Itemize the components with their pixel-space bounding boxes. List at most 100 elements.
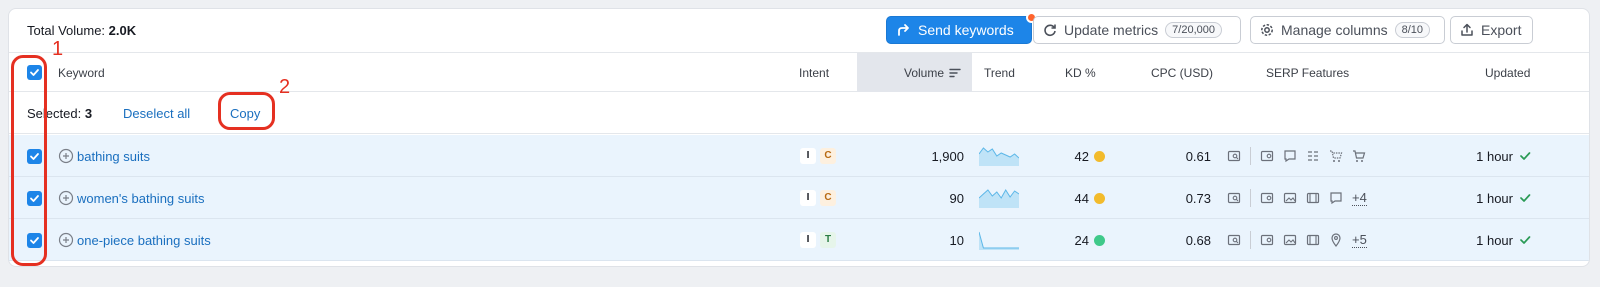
kd-difficulty-dot	[1088, 177, 1105, 219]
intent-cell: IC	[800, 177, 840, 219]
cpc-value: 0.73	[1185, 190, 1211, 206]
table-row[interactable]: bathing suits IC 1,900 42 0.61 1 hour	[9, 135, 1589, 177]
add-to-list-button[interactable]	[58, 177, 74, 219]
column-updated[interactable]: Updated	[1485, 53, 1530, 92]
export-button[interactable]: Export	[1450, 16, 1533, 44]
faq-icon[interactable]	[1283, 149, 1297, 163]
intent-cell: IC	[800, 135, 840, 177]
cpc-value: 0.68	[1185, 232, 1211, 248]
video-icon[interactable]	[1306, 191, 1320, 205]
updated-value: 1 hour	[1476, 148, 1513, 164]
manage-columns-label: Manage columns	[1281, 22, 1388, 38]
column-kd[interactable]: KD %	[1065, 53, 1096, 92]
cpc-value: 0.61	[1185, 148, 1211, 164]
intent-badge: C	[820, 190, 836, 206]
send-keywords-button[interactable]: Send keywords	[886, 12, 1037, 44]
column-trend[interactable]: Trend	[984, 53, 1015, 92]
total-volume: Total Volume: 2.0K	[27, 23, 136, 38]
kd-difficulty-dot	[1088, 135, 1105, 177]
annotation-box-copy	[218, 92, 275, 130]
divider	[1250, 147, 1251, 165]
serp-snapshot-icon[interactable]	[1227, 149, 1241, 163]
export-icon	[1460, 23, 1474, 37]
volume-value: 90	[949, 190, 964, 206]
export-label: Export	[1481, 22, 1522, 38]
table-toolbar: Total Volume: 2.0K Send keywords Update …	[9, 9, 1589, 52]
trend-sparkline	[979, 135, 1019, 177]
update-metrics-label: Update metrics	[1064, 22, 1159, 38]
column-keyword[interactable]: Keyword	[58, 53, 105, 92]
intent-badge: I	[800, 232, 816, 248]
updated-value: 1 hour	[1476, 190, 1513, 206]
image-icon[interactable]	[1283, 191, 1297, 205]
manage-columns-count: 8/10	[1394, 22, 1431, 38]
plus-circle-icon	[58, 232, 74, 248]
column-cpc[interactable]: CPC (USD)	[1151, 53, 1213, 92]
ads-icon[interactable]	[1352, 149, 1366, 163]
image-icon[interactable]	[1283, 233, 1297, 247]
add-to-list-button[interactable]	[58, 135, 74, 177]
kd-value: 42	[1074, 148, 1089, 164]
table-row[interactable]: women's bathing suits IC 90 44 0.73 +4 1…	[9, 177, 1589, 219]
more-serp-features[interactable]: +4	[1352, 190, 1367, 206]
annotation-number-1: 1	[52, 38, 64, 60]
intent-badge: C	[820, 148, 836, 164]
video-icon[interactable]	[1306, 233, 1320, 247]
serp-snapshot-icon[interactable]	[1227, 233, 1241, 247]
column-serp-features[interactable]: SERP Features	[1266, 53, 1349, 92]
check-icon	[1519, 135, 1531, 177]
kd-value: 24	[1074, 232, 1089, 248]
divider	[1250, 231, 1251, 249]
update-metrics-button[interactable]: Update metrics 7/20,000	[1033, 16, 1241, 44]
trend-sparkline	[979, 219, 1019, 261]
column-volume-label: Volume	[904, 65, 945, 80]
image-pack-icon[interactable]	[1260, 191, 1274, 205]
sort-descending-icon	[949, 68, 961, 78]
send-keywords-label: Send keywords	[918, 22, 1014, 38]
manage-columns-button[interactable]: Manage columns 8/10	[1250, 16, 1445, 44]
column-volume[interactable]: Volume	[904, 53, 961, 92]
kd-difficulty-dot	[1088, 219, 1105, 261]
keyword-link[interactable]: bathing suits	[77, 135, 150, 177]
total-volume-value: 2.0K	[108, 23, 137, 38]
shopping-icon[interactable]	[1329, 149, 1343, 163]
serp-features: +5	[1227, 219, 1367, 261]
divider	[1250, 189, 1251, 207]
more-serp-features[interactable]: +5	[1352, 232, 1367, 248]
intent-badge: T	[820, 232, 836, 248]
serp-snapshot-icon[interactable]	[1227, 191, 1241, 205]
add-to-list-button[interactable]	[58, 219, 74, 261]
plus-circle-icon	[58, 190, 74, 206]
intent-badge: I	[800, 148, 816, 164]
plus-circle-icon	[58, 148, 74, 164]
update-metrics-count: 7/20,000	[1165, 22, 1222, 38]
volume-value: 1,900	[931, 148, 964, 164]
check-icon	[1519, 219, 1531, 261]
keyword-table-panel: Total Volume: 2.0K Send keywords Update …	[8, 8, 1590, 267]
trend-sparkline	[979, 177, 1019, 219]
intent-badge: I	[800, 190, 816, 206]
serp-features	[1227, 135, 1375, 177]
total-volume-label: Total Volume:	[27, 23, 106, 38]
updated-value: 1 hour	[1476, 232, 1513, 248]
local-pack-icon[interactable]	[1329, 233, 1343, 247]
image-pack-icon[interactable]	[1260, 233, 1274, 247]
kd-value: 44	[1074, 190, 1089, 206]
volume-value: 10	[949, 232, 964, 248]
annotation-box-checkboxes	[11, 55, 47, 266]
related-searches-icon[interactable]	[1306, 149, 1320, 163]
image-pack-icon[interactable]	[1260, 149, 1274, 163]
gear-icon	[1260, 23, 1274, 37]
annotation-number-2: 2	[279, 76, 291, 98]
keyword-link[interactable]: one-piece bathing suits	[77, 219, 211, 261]
serp-features: +4	[1227, 177, 1367, 219]
intent-cell: IT	[800, 219, 840, 261]
share-arrow-icon	[896, 23, 911, 38]
deselect-all-button[interactable]: Deselect all	[123, 106, 190, 121]
selected-count-value: 3	[84, 106, 93, 121]
faq-icon[interactable]	[1329, 191, 1343, 205]
refresh-icon	[1043, 23, 1057, 37]
keyword-link[interactable]: women's bathing suits	[77, 177, 205, 219]
column-intent[interactable]: Intent	[799, 53, 829, 92]
table-row[interactable]: one-piece bathing suits IT 10 24 0.68 +5…	[9, 219, 1589, 261]
